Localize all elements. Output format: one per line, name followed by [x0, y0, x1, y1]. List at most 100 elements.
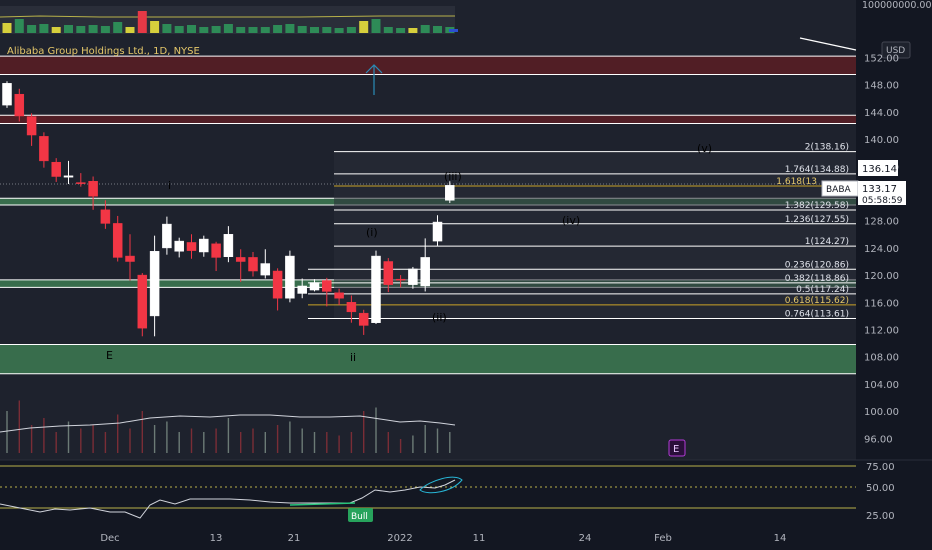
volume-bar: [264, 432, 266, 453]
candle-body[interactable]: [420, 257, 430, 287]
candle-body[interactable]: [199, 238, 209, 253]
strip-volume-bar: [39, 24, 49, 33]
top-volume-strip: [0, 6, 458, 34]
candle-body[interactable]: [309, 282, 320, 291]
wave-label-paren-v: (v): [697, 142, 712, 155]
price-tick-label: 116.00: [864, 298, 899, 309]
candle-body[interactable]: [26, 116, 37, 136]
strip-volume-bar: [297, 26, 307, 33]
strip-volume-bar: [125, 27, 135, 33]
candle-body[interactable]: [358, 312, 369, 326]
volume-bar: [338, 435, 340, 453]
price-tick-label: 104.00: [864, 380, 899, 391]
earnings-event-label: E: [673, 444, 679, 455]
volume-bar: [30, 425, 33, 453]
candle-body[interactable]: [51, 161, 61, 177]
fib-level-label: 0.236(120.86): [785, 260, 849, 270]
time-tick-label: 21: [288, 533, 301, 544]
strip-volume-bar: [51, 27, 61, 33]
strip-volume-bar: [76, 26, 86, 33]
candle-body[interactable]: [100, 209, 111, 224]
fib-level-label: 0.618(115.62): [785, 296, 849, 306]
candle-body[interactable]: [174, 240, 184, 252]
candle-body[interactable]: [445, 185, 455, 201]
candle-body[interactable]: [63, 175, 74, 178]
candle-body[interactable]: [76, 182, 86, 184]
volume-bar: [412, 435, 414, 453]
volume-bar: [92, 425, 94, 453]
candle-body[interactable]: [408, 268, 418, 285]
candle-body[interactable]: [272, 270, 283, 299]
volume-bar: [6, 411, 8, 453]
volume-bar: [43, 418, 45, 453]
oscillator-pane[interactable]: [0, 460, 856, 527]
candle-body[interactable]: [39, 136, 49, 162]
candle-body[interactable]: [371, 255, 381, 323]
candle-body[interactable]: [297, 285, 307, 294]
fib-level-label: 0.764(113.61): [785, 310, 849, 320]
candle-body[interactable]: [211, 243, 221, 258]
candle-body[interactable]: [248, 257, 258, 272]
volume-bar: [350, 432, 353, 453]
fib-level-label: 0.5(117.24): [796, 285, 849, 295]
candle-body[interactable]: [88, 181, 98, 197]
strip-volume-bar: [88, 25, 98, 33]
strip-volume-bar: [100, 26, 110, 33]
volume-bar: [276, 425, 279, 453]
countdown-value: 05:58:59: [862, 196, 903, 206]
candle-body[interactable]: [112, 223, 123, 258]
candle-body[interactable]: [432, 221, 443, 242]
candle-body[interactable]: [186, 242, 197, 251]
strip-volume-bar: [236, 27, 246, 33]
volume-bar: [117, 414, 119, 453]
strip-volume-bar: [310, 27, 319, 33]
candle-body[interactable]: [260, 263, 271, 276]
strip-volume-bar: [137, 11, 147, 33]
candle-body[interactable]: [395, 278, 406, 281]
candle-body[interactable]: [2, 83, 12, 106]
candle-body[interactable]: [322, 280, 332, 292]
price-tick-label: 108.00: [864, 353, 899, 364]
oscillator-axis[interactable]: 75.00 50.00 25.00: [866, 462, 895, 522]
price-tick-label: 152.00: [864, 54, 899, 65]
candle-body[interactable]: [125, 255, 135, 262]
strip-volume-bar: [334, 28, 344, 33]
candle-body[interactable]: [149, 251, 160, 317]
strip-volume-bar: [2, 23, 12, 33]
strip-volume-bar: [396, 28, 406, 33]
price-tick-label: 148.00: [864, 81, 899, 92]
candle-body[interactable]: [223, 234, 234, 257]
volume-bar: [313, 432, 316, 453]
strip-volume-bar: [174, 26, 184, 33]
candle-body[interactable]: [334, 292, 344, 299]
wave-label-i: i: [168, 179, 171, 192]
tradingview-chart[interactable]: 2(138.16) 1.764(134.88) 1.618(13 1.382(129.…: [0, 0, 932, 550]
chart-canvas[interactable]: 2(138.16) 1.764(134.88) 1.618(13 1.382(129.…: [0, 0, 932, 550]
symbol-title[interactable]: Alibaba Group Holdings Ltd., 1D, NYSE: [7, 46, 200, 57]
volume-bar: [104, 432, 107, 453]
strip-current-bar: [449, 29, 458, 32]
bull-signal-label: Bull: [351, 512, 368, 522]
strip-volume-bar: [113, 22, 123, 33]
candle-body[interactable]: [14, 93, 25, 117]
candle-body[interactable]: [162, 223, 172, 249]
candle-body[interactable]: [383, 261, 394, 285]
price-tick-label: 96.00: [864, 434, 893, 445]
fib-level-label: 1(124.27): [805, 237, 849, 247]
strip-volume-bar: [199, 27, 209, 33]
candle-body[interactable]: [137, 274, 148, 329]
strip-volume-bar: [260, 27, 270, 33]
time-tick-label: Feb: [654, 533, 672, 544]
volume-bar: [326, 432, 328, 453]
strip-volume-bar: [359, 21, 369, 33]
strip-volume-bar: [150, 21, 160, 33]
wave-label-paren-iv: (iv): [562, 214, 580, 227]
price-tick-label: 128.00: [864, 217, 899, 228]
candle-body[interactable]: [285, 255, 295, 299]
last-price-marker[interactable]: 136.14: [858, 160, 898, 176]
strip-volume-bar: [187, 25, 196, 33]
candle-body[interactable]: [346, 302, 357, 313]
volume-bar: [363, 411, 365, 453]
candle-body[interactable]: [235, 257, 246, 262]
volume-bar: [387, 432, 389, 453]
